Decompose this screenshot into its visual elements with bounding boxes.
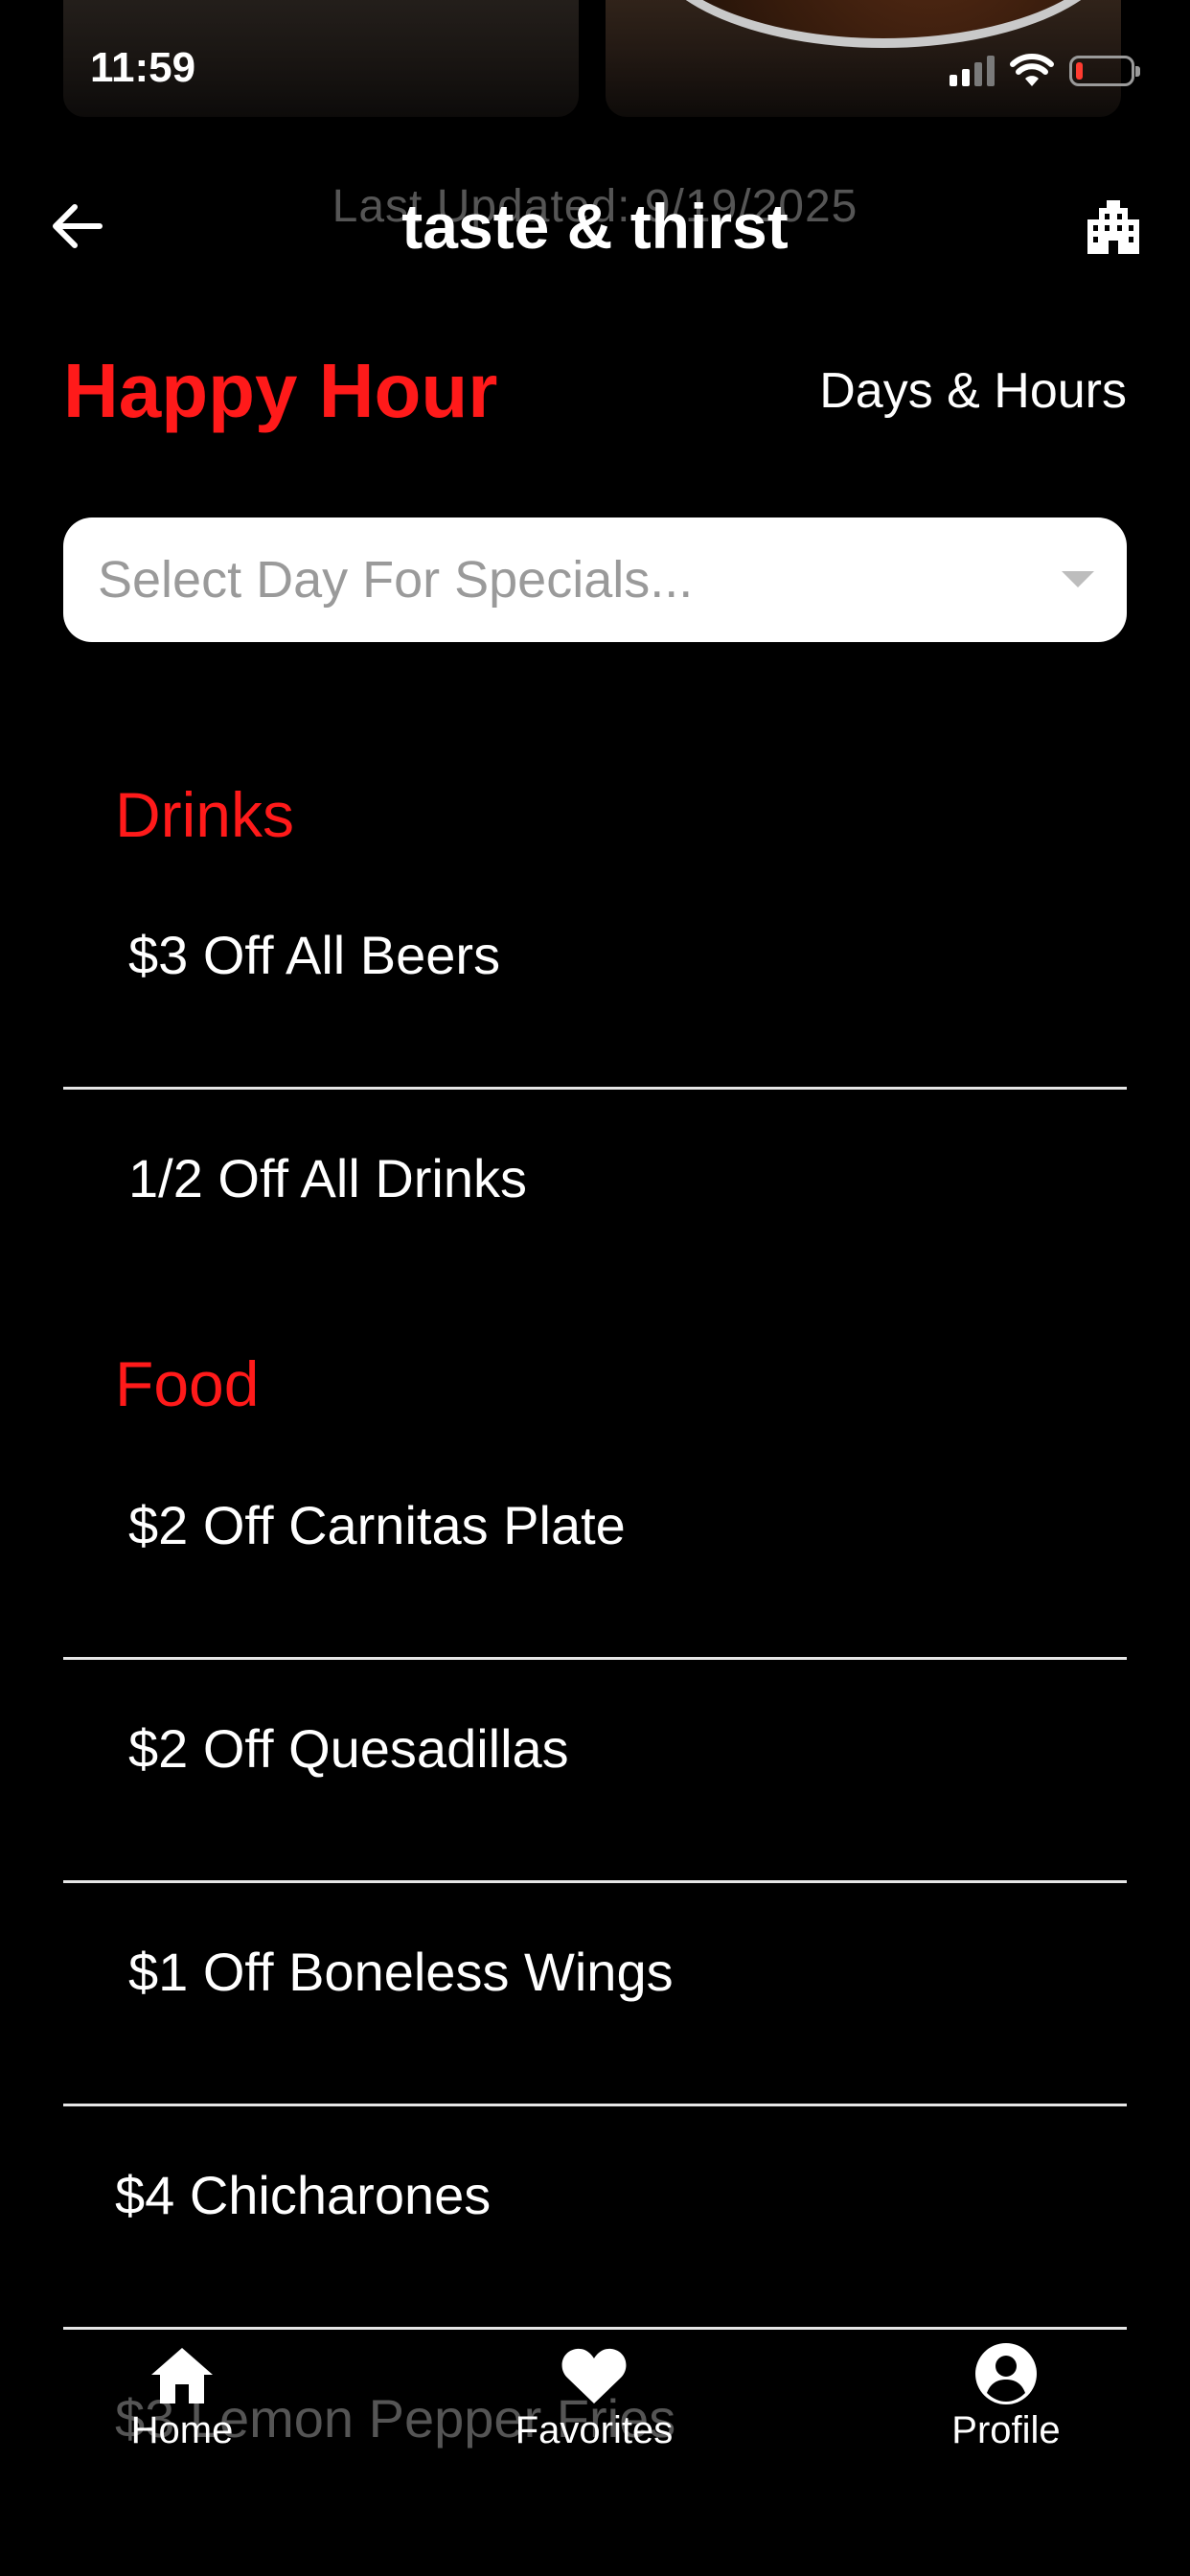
category-drinks: Drinks <box>115 779 295 850</box>
special-item: $3 Off All Beers <box>128 925 501 985</box>
status-icons <box>950 52 1140 90</box>
home-icon <box>151 2348 213 2404</box>
nav-home-label: Home <box>130 2409 234 2451</box>
special-item: $4 Chicharones <box>115 2165 492 2225</box>
nav-favorites-label: Favorites <box>515 2409 674 2451</box>
days-hours-link[interactable]: Days & Hours <box>819 362 1127 420</box>
status-time: 11:59 <box>90 44 196 91</box>
day-select-placeholder: Select Day For Specials... <box>98 551 694 609</box>
user-circle-icon <box>975 2343 1037 2404</box>
special-item: $2 Off Quesadillas <box>128 1718 569 1779</box>
divider <box>63 2104 1127 2106</box>
chevron-down-icon <box>1062 571 1094 587</box>
special-item: 1/2 Off All Drinks <box>128 1148 528 1208</box>
special-item: $2 Off Carnitas Plate <box>128 1495 626 1555</box>
arrow-left-icon <box>53 204 103 248</box>
venue-title: taste & thirst <box>401 191 789 262</box>
nav-profile-label: Profile <box>951 2409 1061 2451</box>
divider <box>63 2327 1127 2330</box>
building-icon <box>1087 200 1139 254</box>
signal-icon <box>950 56 995 86</box>
battery-icon <box>1069 56 1140 86</box>
happy-hour-title: Happy Hour <box>63 348 498 433</box>
nav-home[interactable]: Home <box>67 2338 297 2452</box>
divider <box>63 1087 1127 1090</box>
venue-info-button[interactable] <box>1079 192 1148 261</box>
category-food: Food <box>115 1348 260 1419</box>
divider <box>63 1880 1127 1883</box>
heart-icon <box>561 2348 627 2404</box>
back-button[interactable] <box>42 192 111 261</box>
divider <box>63 1657 1127 1660</box>
nav-favorites[interactable]: Favorites <box>479 2338 709 2452</box>
wifi-icon <box>1010 54 1054 86</box>
special-item: $1 Off Boneless Wings <box>128 1942 674 2002</box>
day-select-dropdown[interactable]: Select Day For Specials... <box>63 518 1127 642</box>
nav-profile[interactable]: Profile <box>891 2338 1121 2452</box>
bottom-nav: Home Favorites Profile <box>0 2338 1190 2482</box>
